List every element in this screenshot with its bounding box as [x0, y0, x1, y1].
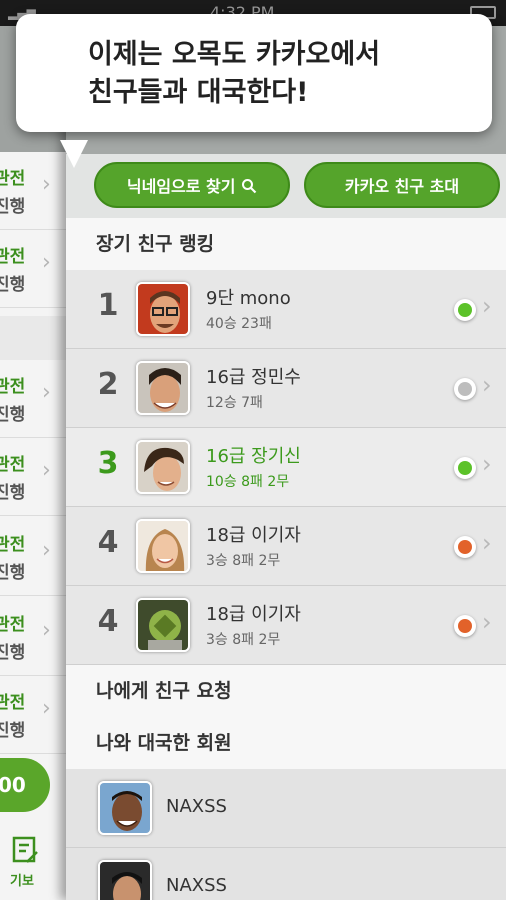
player-name: 16급 장기신 [206, 446, 301, 467]
left-list-item[interactable]: 관전 진행 › [0, 518, 66, 596]
left-divider [0, 316, 66, 360]
player-record: 10승 8패 2무 [206, 474, 290, 490]
tooltip-line-2: 친구들과 대국한다! [88, 77, 309, 108]
chevron-right-icon: › [482, 450, 492, 478]
chevron-right-icon: › [482, 371, 492, 399]
left-item-sublabel: 진행 [0, 197, 26, 217]
left-action-button[interactable]: 00 [0, 758, 50, 812]
left-item-label: 관전 [0, 615, 26, 635]
find-by-nickname-label: 닉네임으로 찾기 [126, 177, 236, 196]
chevron-right-icon: › [42, 250, 51, 275]
busy-status-icon [454, 615, 476, 637]
played-members-section-title: 나와 대국한 회원 [66, 717, 506, 769]
search-icon [242, 179, 257, 194]
tab-gibo-label: 기보 [10, 874, 34, 889]
online-status-icon [454, 457, 476, 479]
player-record: 3승 8패 2무 [206, 553, 281, 569]
left-list-item[interactable]: 관전 진행 › [0, 676, 66, 754]
avatar [136, 440, 190, 494]
left-item-label: 관전 [0, 247, 26, 267]
left-item-sublabel: 진행 [0, 275, 26, 295]
ranking-section-title: 장기 친구 랭킹 [66, 218, 506, 270]
player-record: 12승 7패 [206, 395, 263, 411]
left-item-label: 관전 [0, 377, 26, 397]
member-name: NAXSS [166, 875, 227, 896]
player-name: 18급 이기자 [206, 604, 301, 625]
left-item-label: 관전 [0, 169, 26, 189]
left-list-item[interactable]: 관전 진행 › [0, 438, 66, 516]
member-row[interactable]: NAXSS [66, 848, 506, 900]
offline-status-icon [454, 378, 476, 400]
chevron-right-icon: › [42, 618, 51, 643]
left-list-item[interactable]: 관전 진행 › [0, 598, 66, 676]
avatar [136, 519, 190, 573]
ranking-row[interactable]: 2 16급 정민수 12승 7패 › [66, 349, 506, 428]
player-name: 16급 정민수 [206, 367, 301, 388]
rank-number: 4 [97, 604, 119, 639]
record-icon [12, 836, 38, 863]
ranking-row-current-user[interactable]: 3 16급 장기신 10승 8패 2무 › [66, 428, 506, 507]
avatar [136, 361, 190, 415]
avatar [136, 598, 190, 652]
left-list-item[interactable]: 관전 진행 › [0, 152, 66, 230]
tooltip-line-1: 이제는 오목도 카카오에서 [88, 39, 381, 70]
left-item-sublabel: 진행 [0, 643, 26, 663]
chevron-right-icon: › [42, 538, 51, 563]
avatar [136, 282, 190, 336]
left-item-label: 관전 [0, 693, 26, 713]
chevron-right-icon: › [42, 458, 51, 483]
chevron-right-icon: › [482, 529, 492, 557]
tooltip-tail [60, 140, 88, 168]
rank-number: 2 [97, 367, 119, 402]
chevron-right-icon: › [482, 292, 492, 320]
player-record: 3승 8패 2무 [206, 632, 281, 648]
left-item-sublabel: 진행 [0, 721, 26, 741]
chevron-right-icon: › [482, 608, 492, 636]
tooltip-text: 이제는 오목도 카카오에서 친구들과 대국한다! [88, 36, 380, 112]
action-bar: 닉네임으로 찾기 카카오 친구 초대 [66, 154, 506, 218]
left-item-label: 관전 [0, 455, 26, 475]
ranking-row[interactable]: 4 18급 이기자 3승 8패 2무 › [66, 507, 506, 586]
chevron-right-icon: › [42, 380, 51, 405]
ranking-row[interactable]: 1 9단 mono 40승 23패 › [66, 270, 506, 349]
chevron-right-icon: › [42, 172, 51, 197]
chevron-right-icon: › [42, 696, 51, 721]
invite-kakao-friend-button[interactable]: 카카오 친구 초대 [304, 162, 500, 208]
avatar [98, 781, 152, 835]
online-status-icon [454, 299, 476, 321]
rank-number: 1 [97, 288, 119, 323]
avatar [98, 860, 152, 900]
left-panel: 관전 진행 › 관전 진행 › 관전 진행 › 관전 진행 › 관전 진행 › … [0, 26, 66, 900]
ranking-row[interactable]: 4 18급 이기자 3승 8패 2무 › [66, 586, 506, 665]
rank-number: 4 [97, 525, 119, 560]
left-list-item[interactable]: 관전 진행 › [0, 360, 66, 438]
player-record: 40승 23패 [206, 316, 272, 332]
left-item-label: 관전 [0, 535, 26, 555]
friend-requests-section-title[interactable]: 나에게 친구 요청 [66, 665, 506, 717]
busy-status-icon [454, 536, 476, 558]
left-list-item[interactable]: 관전 진행 › [0, 230, 66, 308]
left-item-sublabel: 진행 [0, 483, 26, 503]
left-item-sublabel: 진행 [0, 563, 26, 583]
player-name: 9단 mono [206, 288, 291, 309]
player-name: 18급 이기자 [206, 525, 301, 546]
friends-panel: 닉네임으로 찾기 카카오 친구 초대 장기 친구 랭킹 1 9단 mono 40… [66, 26, 506, 900]
tooltip-bubble[interactable]: 이제는 오목도 카카오에서 친구들과 대국한다! [16, 14, 492, 168]
find-by-nickname-button[interactable]: 닉네임으로 찾기 [94, 162, 290, 208]
member-name: NAXSS [166, 796, 227, 817]
member-row[interactable]: NAXSS [66, 769, 506, 848]
rank-number: 3 [97, 446, 119, 481]
tab-gibo[interactable]: 기보 [0, 824, 66, 900]
left-item-sublabel: 진행 [0, 405, 26, 425]
